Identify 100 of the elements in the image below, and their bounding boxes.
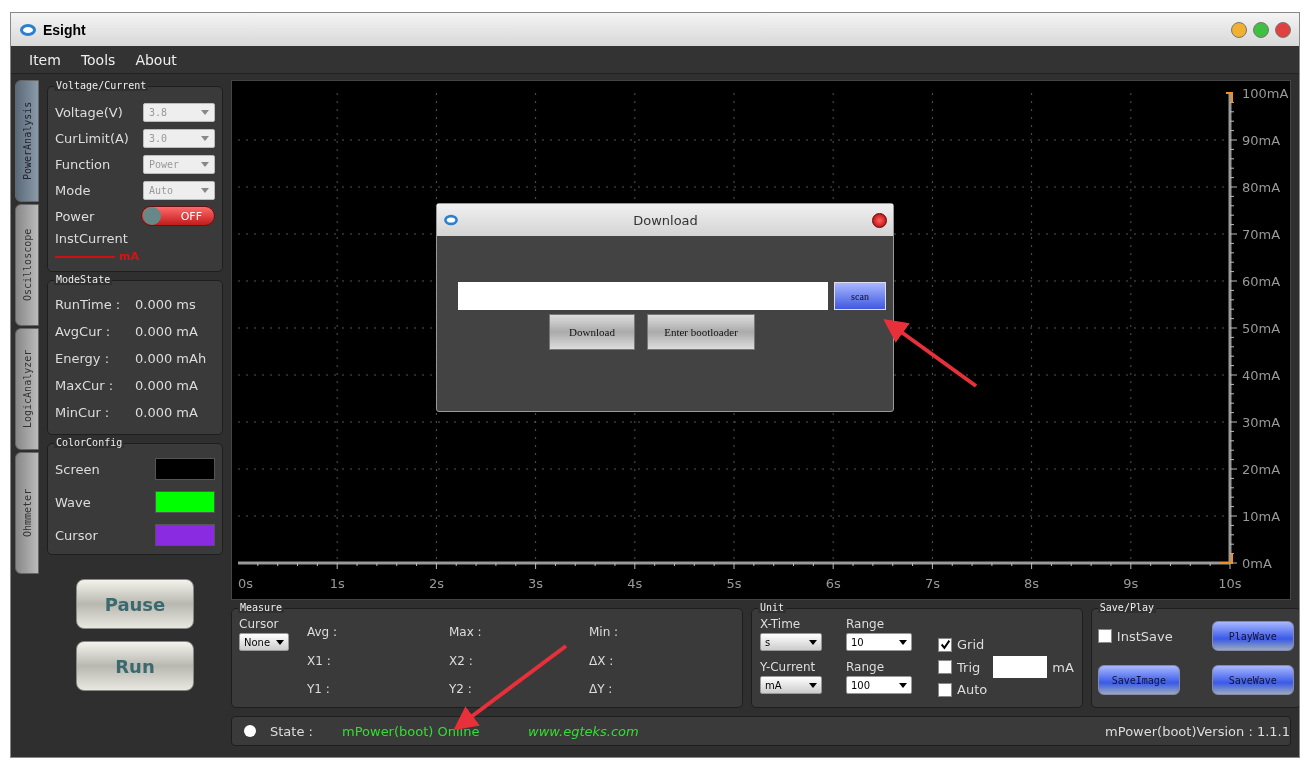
color-swatch[interactable] xyxy=(155,458,215,480)
stat-value: 0.000 mAh xyxy=(135,351,207,366)
menu-item[interactable]: Tools xyxy=(80,51,116,68)
x-tick-label: 1s xyxy=(329,576,345,591)
status-indicator xyxy=(244,725,256,737)
cursor-marker[interactable] xyxy=(1225,92,1233,104)
group-title: Save/Play xyxy=(1097,602,1156,613)
measure-label: Y1 : xyxy=(307,682,331,699)
x-tick-label: 9s xyxy=(1123,576,1139,591)
side-tab[interactable]: Ohmmeter xyxy=(15,452,39,574)
y-tick-label: 90mA xyxy=(1242,133,1281,148)
measure-label: Avg : xyxy=(307,625,339,641)
select-label: Range xyxy=(846,660,886,674)
field-label: CurLimit(A) xyxy=(55,130,129,146)
field-label: Function xyxy=(55,156,111,172)
action-button[interactable]: SaveImage xyxy=(1097,665,1180,695)
checkbox-label: Auto xyxy=(957,682,988,697)
maximize-button[interactable] xyxy=(1253,21,1269,38)
dropdown[interactable]: mA xyxy=(760,676,822,694)
cursor-marker[interactable] xyxy=(1219,552,1233,564)
caret-icon xyxy=(201,187,209,193)
x-tick-label: 7s xyxy=(924,576,940,591)
color-swatch[interactable] xyxy=(155,524,215,546)
menu-item[interactable]: Item xyxy=(29,51,61,68)
x-tick-label: 2s xyxy=(428,576,444,591)
state-value: mPower(boot) Online xyxy=(342,723,481,739)
dropdown[interactable]: None xyxy=(239,633,289,651)
cursor-label: Cursor xyxy=(239,617,280,631)
measure-label: ΔY : xyxy=(589,682,614,699)
y-tick-label: 100mA xyxy=(1242,86,1289,101)
field-label: InstCurrent xyxy=(55,231,129,246)
group-title: Measure xyxy=(238,602,285,613)
dialog-title: Download xyxy=(632,212,699,228)
color-swatch[interactable] xyxy=(155,491,215,513)
menu-item[interactable]: About xyxy=(135,51,177,68)
control-button[interactable]: Run xyxy=(76,641,194,691)
version-text: mPower(boot)Version : 1.1.1 xyxy=(1105,723,1290,739)
control-button[interactable]: Pause xyxy=(76,579,194,629)
current-unit: mA xyxy=(119,250,139,263)
measure-label: Y2 : xyxy=(449,682,473,699)
measure-label: Max : xyxy=(449,625,483,641)
stat-value: 0.000 mA xyxy=(135,405,198,420)
select-label: Y-Current xyxy=(760,660,817,674)
trigger-field[interactable] xyxy=(993,656,1048,678)
scan-button[interactable]: scan xyxy=(834,282,886,310)
dropdown[interactable]: 100 xyxy=(846,676,912,694)
app-logo-icon xyxy=(19,22,37,37)
input-field[interactable] xyxy=(458,282,828,310)
checkbox[interactable] xyxy=(938,637,952,652)
stat-label: Energy : xyxy=(55,351,111,366)
power-toggle[interactable]: OFF xyxy=(141,206,215,226)
window-title: Esight xyxy=(43,21,86,38)
field-label: Power xyxy=(55,208,95,224)
measure-label: Min : xyxy=(589,625,620,641)
x-tick-label: 3s xyxy=(528,576,544,591)
close-button[interactable] xyxy=(1275,21,1291,38)
unit-label: mA xyxy=(1052,659,1074,675)
dialog-button[interactable]: Enter bootloader xyxy=(647,314,755,350)
y-tick-label: 40mA xyxy=(1242,368,1281,383)
website-link[interactable]: www.egteks.com xyxy=(528,723,639,739)
checkbox[interactable] xyxy=(938,660,952,674)
group-title: ColorConfig xyxy=(54,437,125,448)
checkbox-label: Trig xyxy=(957,659,981,675)
stat-label: MaxCur : xyxy=(55,378,115,393)
x-tick-label: 10s xyxy=(1218,576,1242,591)
caret-icon xyxy=(809,682,817,688)
y-tick-label: 30mA xyxy=(1242,415,1281,430)
action-button[interactable]: SaveWave xyxy=(1211,665,1294,695)
field-label: Voltage(V) xyxy=(55,104,123,120)
close-button[interactable] xyxy=(872,212,887,228)
group-title: Voltage/Current xyxy=(54,80,149,91)
checkbox[interactable] xyxy=(938,682,952,697)
y-tick-label: 0mA xyxy=(1242,556,1272,571)
color-label: Screen xyxy=(55,461,100,477)
dash-line-icon xyxy=(55,253,115,260)
state-label: State : xyxy=(270,723,314,739)
side-tab[interactable]: PowerAnalysis xyxy=(15,80,39,202)
dropdown[interactable]: 10 xyxy=(846,633,912,651)
stat-value: 0.000 mA xyxy=(135,378,198,393)
stat-value: 0.000 ms xyxy=(135,297,196,312)
dialog-button[interactable]: Download xyxy=(549,314,635,350)
action-button[interactable]: PlayWave xyxy=(1211,621,1294,651)
minimize-button[interactable] xyxy=(1231,21,1247,38)
x-tick-label: 5s xyxy=(726,576,742,591)
checkbox[interactable] xyxy=(1097,629,1112,643)
caret-icon xyxy=(899,639,907,645)
side-tab[interactable]: Oscilloscope xyxy=(15,204,39,326)
select-label: X-Time xyxy=(760,617,802,631)
y-tick-label: 70mA xyxy=(1242,227,1281,242)
app-logo-icon xyxy=(443,214,459,226)
side-tab[interactable]: LogicAnalyzer xyxy=(15,328,39,450)
color-label: Wave xyxy=(55,494,91,510)
caret-icon xyxy=(276,639,284,645)
measure-label: X2 : xyxy=(449,653,474,670)
color-label: Cursor xyxy=(55,527,98,543)
x-tick-label: 0s xyxy=(238,576,254,591)
dropdown[interactable]: s xyxy=(760,633,822,651)
checkbox-label: InstSave xyxy=(1116,628,1173,644)
y-tick-label: 20mA xyxy=(1242,462,1281,477)
y-tick-label: 80mA xyxy=(1242,180,1281,195)
